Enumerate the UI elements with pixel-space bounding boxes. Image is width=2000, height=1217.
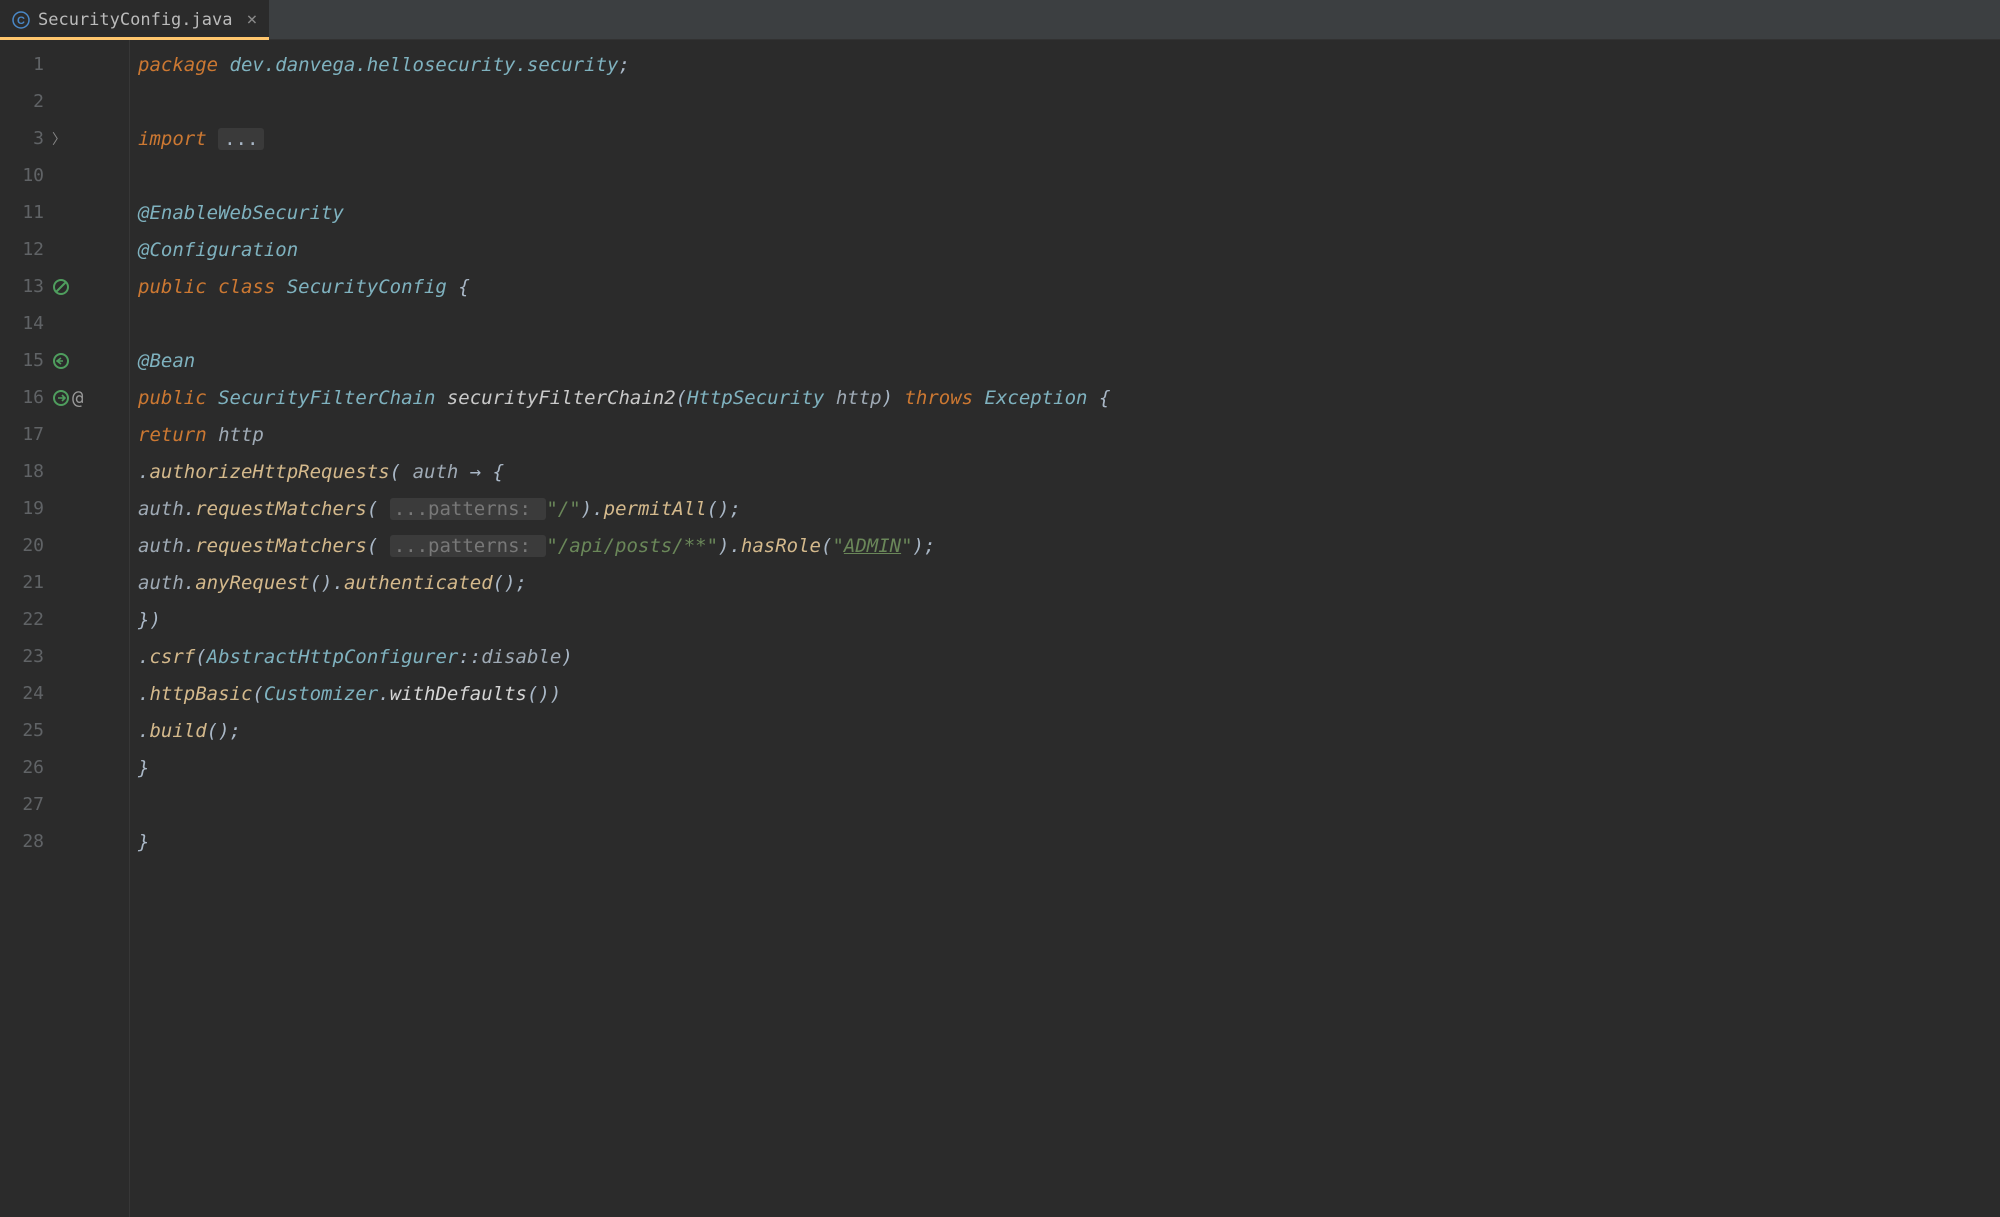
line-number: 28	[0, 831, 44, 852]
code-line: @Bean	[138, 342, 2000, 379]
line-number: 17	[0, 424, 44, 445]
parameter-hint: ...patterns:	[390, 498, 547, 520]
fold-icon[interactable]: 〉	[52, 129, 66, 149]
line-number: 11	[0, 202, 44, 223]
line-number: 13	[0, 276, 44, 297]
code-line	[138, 786, 2000, 823]
code-area[interactable]: package dev.danvega.hellosecurity.securi…	[130, 40, 2000, 1217]
code-line: .httpBasic(Customizer.withDefaults())	[138, 675, 2000, 712]
code-line: }	[138, 749, 2000, 786]
line-number: 27	[0, 794, 44, 815]
code-line	[138, 83, 2000, 120]
close-icon[interactable]: ×	[246, 9, 257, 30]
recursion-icon	[52, 352, 70, 370]
code-line: public SecurityFilterChain securityFilte…	[138, 379, 2000, 416]
folded-imports[interactable]: ...	[218, 128, 264, 150]
code-line: }	[138, 823, 2000, 860]
tabs-bar: C SecurityConfig.java ×	[0, 0, 2000, 40]
editor: 1 2 3 〉 10 11 12 13 14 15 16 @ 17 18 19 2…	[0, 40, 2000, 1217]
svg-text:C: C	[17, 15, 25, 27]
line-number: 22	[0, 609, 44, 630]
line-number: 25	[0, 720, 44, 741]
code-line: auth.anyRequest().authenticated();	[138, 564, 2000, 601]
code-line: })	[138, 601, 2000, 638]
code-line: auth.requestMatchers( ...patterns: "/").…	[138, 490, 2000, 527]
line-number: 10	[0, 165, 44, 186]
code-line: @EnableWebSecurity	[138, 194, 2000, 231]
line-number: 24	[0, 683, 44, 704]
tab-security-config[interactable]: C SecurityConfig.java ×	[0, 0, 269, 39]
code-line: public class SecurityConfig {	[138, 268, 2000, 305]
line-number: 20	[0, 535, 44, 556]
tab-label: SecurityConfig.java	[38, 10, 232, 30]
parameter-hint: ...patterns:	[390, 535, 547, 557]
line-number: 12	[0, 239, 44, 260]
line-number: 1	[0, 54, 44, 75]
code-line: @Configuration	[138, 231, 2000, 268]
bean-icon: @	[72, 387, 83, 409]
code-line	[138, 157, 2000, 194]
line-number: 18	[0, 461, 44, 482]
line-number: 23	[0, 646, 44, 667]
code-line	[138, 305, 2000, 342]
class-icon: C	[12, 11, 30, 29]
gutter[interactable]: 1 2 3 〉 10 11 12 13 14 15 16 @ 17 18 19 2…	[0, 40, 130, 1217]
code-line: .build();	[138, 712, 2000, 749]
code-line: import ...	[138, 120, 2000, 157]
code-line: package dev.danvega.hellosecurity.securi…	[138, 46, 2000, 83]
override-icon	[52, 389, 70, 407]
line-number: 16	[0, 387, 44, 408]
line-number: 3	[0, 128, 44, 149]
line-number: 19	[0, 498, 44, 519]
no-entry-icon	[52, 278, 70, 296]
line-number: 15	[0, 350, 44, 371]
code-line: .csrf(AbstractHttpConfigurer::disable)	[138, 638, 2000, 675]
code-line: return http	[138, 416, 2000, 453]
line-number: 26	[0, 757, 44, 778]
line-number: 2	[0, 91, 44, 112]
code-line: auth.requestMatchers( ...patterns: "/api…	[138, 527, 2000, 564]
line-number: 21	[0, 572, 44, 593]
code-line: .authorizeHttpRequests( auth → {	[138, 453, 2000, 490]
line-number: 14	[0, 313, 44, 334]
